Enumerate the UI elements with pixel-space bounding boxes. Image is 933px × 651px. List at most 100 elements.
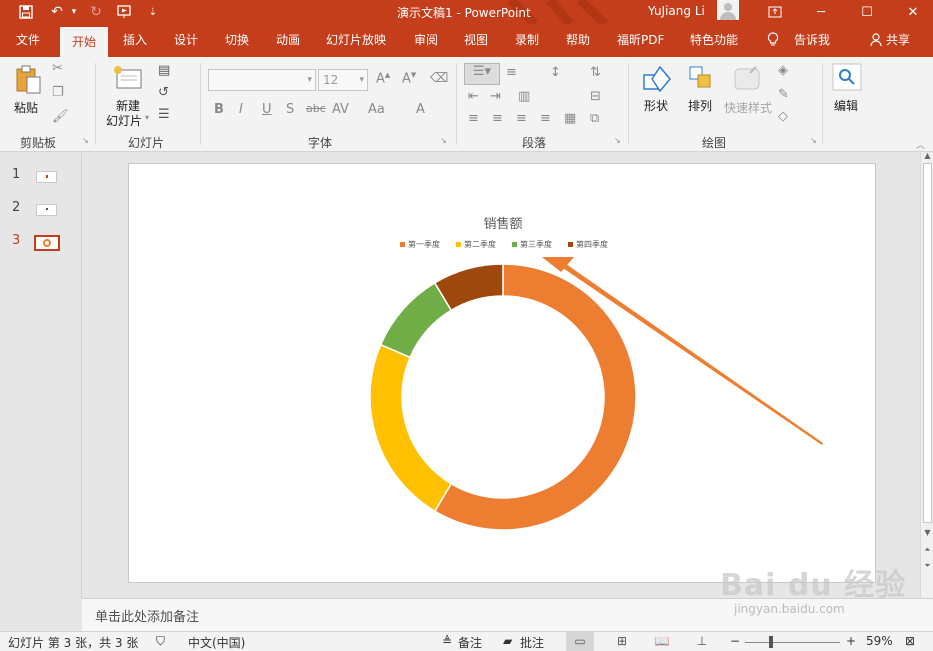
reading-view-icon[interactable]: 📖 bbox=[648, 632, 676, 651]
redo-icon[interactable]: ↻ bbox=[86, 0, 106, 24]
align-text-icon[interactable]: ⊟ bbox=[590, 89, 601, 104]
decrease-indent-icon[interactable]: ⇤ bbox=[468, 89, 479, 104]
italic-icon[interactable]: I bbox=[239, 102, 243, 117]
notes-toggle-button[interactable]: 备注 bbox=[458, 634, 482, 651]
tab-help[interactable]: 帮助 bbox=[566, 24, 590, 57]
zoom-slider-track[interactable] bbox=[745, 642, 840, 643]
character-spacing-icon[interactable]: AV bbox=[332, 102, 349, 117]
increase-font-size-icon[interactable]: A▲ bbox=[376, 71, 390, 86]
shape-fill-icon[interactable]: ◈ bbox=[778, 63, 788, 78]
new-slide-dropdown-icon[interactable]: ▾ bbox=[145, 113, 149, 122]
numbering-icon[interactable]: ≡ bbox=[506, 65, 517, 80]
section-icon[interactable]: ☰ bbox=[158, 107, 170, 122]
slide-thumbnail-1[interactable] bbox=[36, 171, 57, 183]
doughnut-slice[interactable] bbox=[369, 343, 453, 513]
font-name-select[interactable]: ▾ bbox=[208, 69, 316, 91]
shapes-button[interactable]: 形状 bbox=[640, 61, 676, 127]
scroll-up-icon[interactable]: ▲ bbox=[921, 151, 933, 160]
slideshow-view-icon[interactable]: ⊥ bbox=[688, 632, 716, 651]
normal-view-icon[interactable]: ▭ bbox=[566, 632, 594, 651]
strikethrough-icon[interactable]: abc bbox=[306, 102, 326, 115]
font-size-select[interactable]: 12 ▾ bbox=[318, 69, 368, 91]
share-button[interactable]: 共享 bbox=[886, 24, 910, 57]
shape-effects-icon[interactable]: ◇ bbox=[778, 109, 788, 124]
ribbon-display-options-icon[interactable] bbox=[760, 0, 790, 24]
tab-home[interactable]: 开始 bbox=[60, 27, 109, 57]
user-name[interactable]: YuJiang Li bbox=[648, 4, 705, 18]
tell-me-search[interactable]: 告诉我 bbox=[794, 24, 830, 57]
avatar[interactable] bbox=[717, 0, 739, 20]
zoom-level[interactable]: 59% bbox=[866, 634, 893, 648]
slide-thumbnail-3[interactable] bbox=[34, 235, 60, 251]
tab-view[interactable]: 视图 bbox=[464, 24, 488, 57]
drawing-launcher-icon[interactable]: ↘ bbox=[810, 136, 817, 145]
notes-placeholder[interactable]: 单击此处添加备注 bbox=[95, 606, 199, 625]
distributed-icon[interactable]: ▦ bbox=[564, 111, 576, 126]
shadow-icon[interactable]: S bbox=[286, 102, 294, 117]
tab-design[interactable]: 设计 bbox=[174, 24, 198, 57]
comments-button[interactable]: 批注 bbox=[520, 634, 544, 651]
fit-to-window-icon[interactable]: ⊠ bbox=[905, 634, 915, 648]
format-painter-icon[interactable]: 🖌 bbox=[52, 109, 69, 124]
line-spacing-icon[interactable]: ↕ bbox=[550, 65, 561, 80]
cut-icon[interactable]: ✂ bbox=[52, 61, 63, 76]
tab-record[interactable]: 录制 bbox=[515, 24, 539, 57]
notes-toggle-icon[interactable]: ≜ bbox=[442, 634, 452, 648]
tab-review[interactable]: 审阅 bbox=[414, 24, 438, 57]
zoom-slider-thumb[interactable] bbox=[769, 636, 773, 648]
accessibility-icon[interactable]: ⛉ bbox=[156, 634, 165, 649]
align-left-icon[interactable]: ≡ bbox=[468, 111, 479, 126]
layout-icon[interactable]: ▤ bbox=[158, 63, 170, 78]
columns-icon[interactable]: ▥ bbox=[518, 89, 530, 104]
tab-foxit-pdf[interactable]: 福昕PDF bbox=[617, 24, 664, 57]
language-indicator[interactable]: 中文(中国) bbox=[188, 634, 245, 651]
font-color-icon[interactable]: A bbox=[416, 102, 425, 117]
text-direction-icon[interactable]: ⇅ bbox=[590, 65, 601, 80]
minimize-icon[interactable]: ─ bbox=[806, 0, 836, 24]
scroll-down-icon[interactable]: ▼ bbox=[921, 528, 933, 537]
zoom-in-icon[interactable]: + bbox=[846, 634, 856, 648]
decrease-font-size-icon[interactable]: A▼ bbox=[402, 71, 416, 86]
paragraph-launcher-icon[interactable]: ↘ bbox=[614, 136, 621, 145]
doughnut-chart[interactable]: 销售额 第一季度 第二季度 第三季度 第四季度 bbox=[129, 164, 877, 584]
underline-icon[interactable]: U bbox=[262, 102, 272, 117]
collapse-ribbon-icon[interactable]: ︿ bbox=[916, 138, 925, 151]
justify-icon[interactable]: ≡ bbox=[540, 111, 551, 126]
slide-thumbnail-2[interactable] bbox=[36, 204, 57, 216]
save-icon[interactable] bbox=[14, 0, 38, 24]
close-icon[interactable]: ✕ bbox=[898, 0, 928, 24]
new-slide-button[interactable]: 新建 幻灯片 bbox=[104, 61, 150, 129]
zoom-out-icon[interactable]: − bbox=[730, 634, 740, 648]
tab-transitions[interactable]: 切换 bbox=[225, 24, 249, 57]
font-launcher-icon[interactable]: ↘ bbox=[440, 136, 447, 145]
increase-indent-icon[interactable]: ⇥ bbox=[490, 89, 501, 104]
editing-button[interactable]: 编辑 bbox=[830, 61, 866, 125]
comments-icon[interactable]: ▰ bbox=[503, 634, 512, 648]
smartart-icon[interactable]: ⧉ bbox=[590, 111, 599, 126]
arrange-button[interactable]: 排列 bbox=[684, 61, 720, 127]
customize-toolbar-icon[interactable]: ⇣ bbox=[146, 0, 160, 24]
quick-styles-button[interactable]: 快速样式 bbox=[724, 61, 774, 127]
align-right-icon[interactable]: ≡ bbox=[516, 111, 527, 126]
tab-file[interactable]: 文件 bbox=[16, 24, 40, 57]
maximize-icon[interactable]: ☐ bbox=[852, 0, 882, 24]
slide-sorter-icon[interactable]: ⊞ bbox=[608, 632, 636, 651]
previous-slide-icon[interactable]: ⏶ bbox=[921, 545, 933, 555]
slideshow-from-start-icon[interactable] bbox=[114, 0, 136, 24]
share-icon[interactable] bbox=[870, 24, 883, 57]
notes-pane[interactable]: 单击此处添加备注 bbox=[82, 598, 933, 631]
tab-slideshow[interactable]: 幻灯片放映 bbox=[326, 24, 386, 57]
slide-canvas[interactable]: 销售额 第一季度 第二季度 第三季度 第四季度 bbox=[128, 163, 876, 583]
clipboard-launcher-icon[interactable]: ↘ bbox=[82, 136, 89, 145]
undo-icon[interactable]: ↶ bbox=[46, 0, 68, 24]
tab-insert[interactable]: 插入 bbox=[123, 24, 147, 57]
vertical-scrollbar[interactable]: ▲ ▼ ⏶ ⏷ bbox=[920, 151, 933, 598]
lightbulb-icon[interactable] bbox=[767, 24, 779, 57]
reset-icon[interactable]: ↺ bbox=[158, 85, 169, 100]
change-case-icon[interactable]: Aa bbox=[368, 102, 385, 117]
undo-dropdown-icon[interactable]: ▾ bbox=[68, 0, 80, 24]
tab-animations[interactable]: 动画 bbox=[276, 24, 300, 57]
shape-outline-icon[interactable]: ✎ bbox=[778, 87, 789, 102]
copy-icon[interactable]: ❐ bbox=[52, 85, 64, 100]
next-slide-icon[interactable]: ⏷ bbox=[921, 561, 933, 571]
